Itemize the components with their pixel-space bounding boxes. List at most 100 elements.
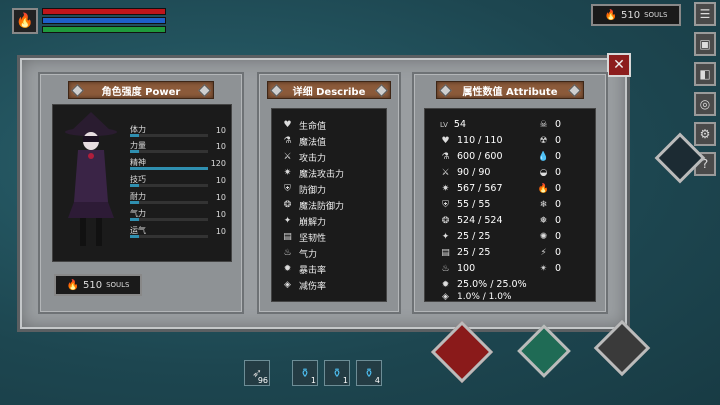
souls-unit: SOULS [106, 281, 130, 289]
resistance-value: ❄ 0 [539, 199, 562, 210]
stamina-bar [42, 26, 166, 33]
potion-slot-2[interactable]: ⚱ 1 [324, 360, 350, 386]
arrow-slot[interactable]: ➶ 96 [244, 360, 270, 386]
close-button[interactable]: ✕ [607, 53, 631, 77]
mana-bar [42, 17, 166, 24]
dark-icon: ✺ [539, 231, 548, 242]
describe-item: ✹ 暴击率 [283, 264, 327, 276]
resistance-value: ⚡ 0 [538, 246, 561, 259]
souls-unit: SOULS [644, 11, 668, 19]
lightning-icon: ⚡ [540, 247, 547, 258]
potion-icon: ⚗ [441, 151, 450, 162]
power-title: 角色强度 Power [101, 86, 181, 98]
shield-icon: ⛨ [284, 184, 291, 194]
settings-gear-icon[interactable]: ⚙ [694, 122, 716, 146]
attribute-value: ✷ 567 / 567 [441, 183, 503, 194]
describe-item: ◈ 减伤率 [282, 278, 326, 292]
resistance-value: 💧 0 [537, 151, 562, 162]
toughness-icon: ▤ [283, 232, 292, 242]
heart-icon: ♥ [283, 120, 292, 130]
describe-item: ✷ 魔法攻击力 [283, 168, 345, 180]
ice-icon: ❄ [539, 199, 548, 210]
attribute-value: ▤ 25 / 25 [441, 247, 491, 258]
describe-item: ▤ 坚韧性 [283, 232, 327, 244]
bolt-icon [270, 84, 283, 97]
stat-row: 体力 10 [130, 125, 226, 137]
attribute-value: ♥ 110 / 110 [441, 135, 503, 146]
bolt-icon [71, 84, 84, 97]
resistance-value: ✺ 0 [539, 231, 562, 242]
resistance-value: ☠ 0 [539, 119, 562, 130]
potion-icon: ⚱ [299, 366, 311, 380]
critical-icon: ✹ [441, 279, 450, 290]
stat-row: 力量 10 [130, 141, 226, 153]
critical-icon: ✹ [283, 264, 292, 274]
stat-row: 耐力 10 [130, 192, 226, 204]
stat-row: 精神 120 [130, 158, 226, 170]
flame-icon: 🔥 [66, 279, 79, 291]
shield-icon: ⛨ [442, 199, 449, 210]
stamina-icon: ♨ [283, 248, 292, 258]
sword-icon: ⚔ [283, 152, 292, 162]
level-tag: LV [440, 120, 448, 129]
poison-icon: 💧 [537, 151, 550, 162]
potion-icon: ⚱ [363, 366, 375, 380]
damage-reduction-icon: ◈ [442, 291, 449, 302]
magic-shield-icon: ❂ [283, 200, 292, 210]
curse-icon: ☢ [539, 135, 548, 146]
character-sprite [65, 112, 117, 246]
equipment-icon[interactable]: ◧ [694, 62, 716, 86]
arrow-count: 96 [257, 376, 268, 385]
souls-display: 🔥 510 SOULS [54, 274, 142, 296]
attribute-value: LV 54 [440, 119, 467, 130]
describe-item: ⚗ 魔法值 [283, 136, 327, 148]
menu-list-icon[interactable]: ☰ [694, 2, 716, 26]
skull-icon: ☠ [539, 119, 548, 130]
attribute-title: 属性数值 Attribute [462, 86, 558, 98]
bolt-icon [568, 84, 581, 97]
potion-count: 1 [342, 376, 348, 385]
resistance-value: ◒ 0 [539, 167, 562, 178]
attribute-title-bar: 属性数值 Attribute [436, 81, 584, 99]
bolt-icon [198, 84, 211, 97]
potion-slot-3[interactable]: ⚱ 4 [356, 360, 382, 386]
magic-attack-icon: ✷ [283, 168, 292, 178]
health-bar [42, 8, 166, 15]
break-icon: ✦ [441, 231, 450, 242]
flame-icon[interactable]: 🔥 [12, 8, 38, 34]
stun-icon: ✴ [539, 263, 548, 274]
describe-item: ♥ 生命值 [283, 120, 327, 132]
bleed-icon: ◒ [539, 167, 548, 178]
resistance-value: ✴ 0 [539, 263, 562, 274]
power-title-bar: 角色强度 Power [68, 81, 214, 99]
potion-count: 4 [374, 376, 380, 385]
potion-icon: ⚗ [283, 136, 292, 146]
describe-item: ✦ 崩解力 [283, 216, 327, 228]
magic-shield-icon: ❂ [441, 215, 450, 226]
attribute-value: ⚔ 90 / 90 [441, 167, 491, 178]
inventory-icon[interactable]: ▣ [694, 32, 716, 56]
stat-row: 运气 10 [130, 226, 226, 238]
frost-icon: ❅ [539, 215, 548, 226]
souls-value: 510 [82, 279, 103, 291]
potion-slot-1[interactable]: ⚱ 1 [292, 360, 318, 386]
describe-item: ❂ 魔法防御力 [283, 200, 345, 212]
damage-reduction-icon: ◈ [284, 280, 291, 290]
sword-icon: ⚔ [441, 167, 450, 178]
magic-attack-icon: ✷ [441, 183, 450, 194]
break-icon: ✦ [283, 216, 292, 226]
resistance-value: ❅ 0 [539, 215, 562, 226]
skill-icon[interactable]: ◎ [694, 92, 716, 116]
describe-item: ⚔ 攻击力 [283, 152, 327, 164]
potion-icon: ⚱ [331, 366, 343, 380]
bolt-icon [375, 84, 388, 97]
attribute-value: ❂ 524 / 524 [441, 215, 503, 226]
attribute-value: ⛨ 55 / 55 [440, 198, 490, 211]
bolt-icon [439, 84, 452, 97]
resistance-value: 🔥 0 [537, 183, 562, 194]
flame-icon: 🔥 [604, 9, 617, 21]
attribute-value: ◈ 1.0% / 1.0% [440, 290, 511, 303]
stamina-icon: ♨ [441, 263, 450, 274]
describe-title: 详细 Describe [292, 86, 366, 98]
describe-item: ⛨ 防御力 [282, 182, 326, 196]
